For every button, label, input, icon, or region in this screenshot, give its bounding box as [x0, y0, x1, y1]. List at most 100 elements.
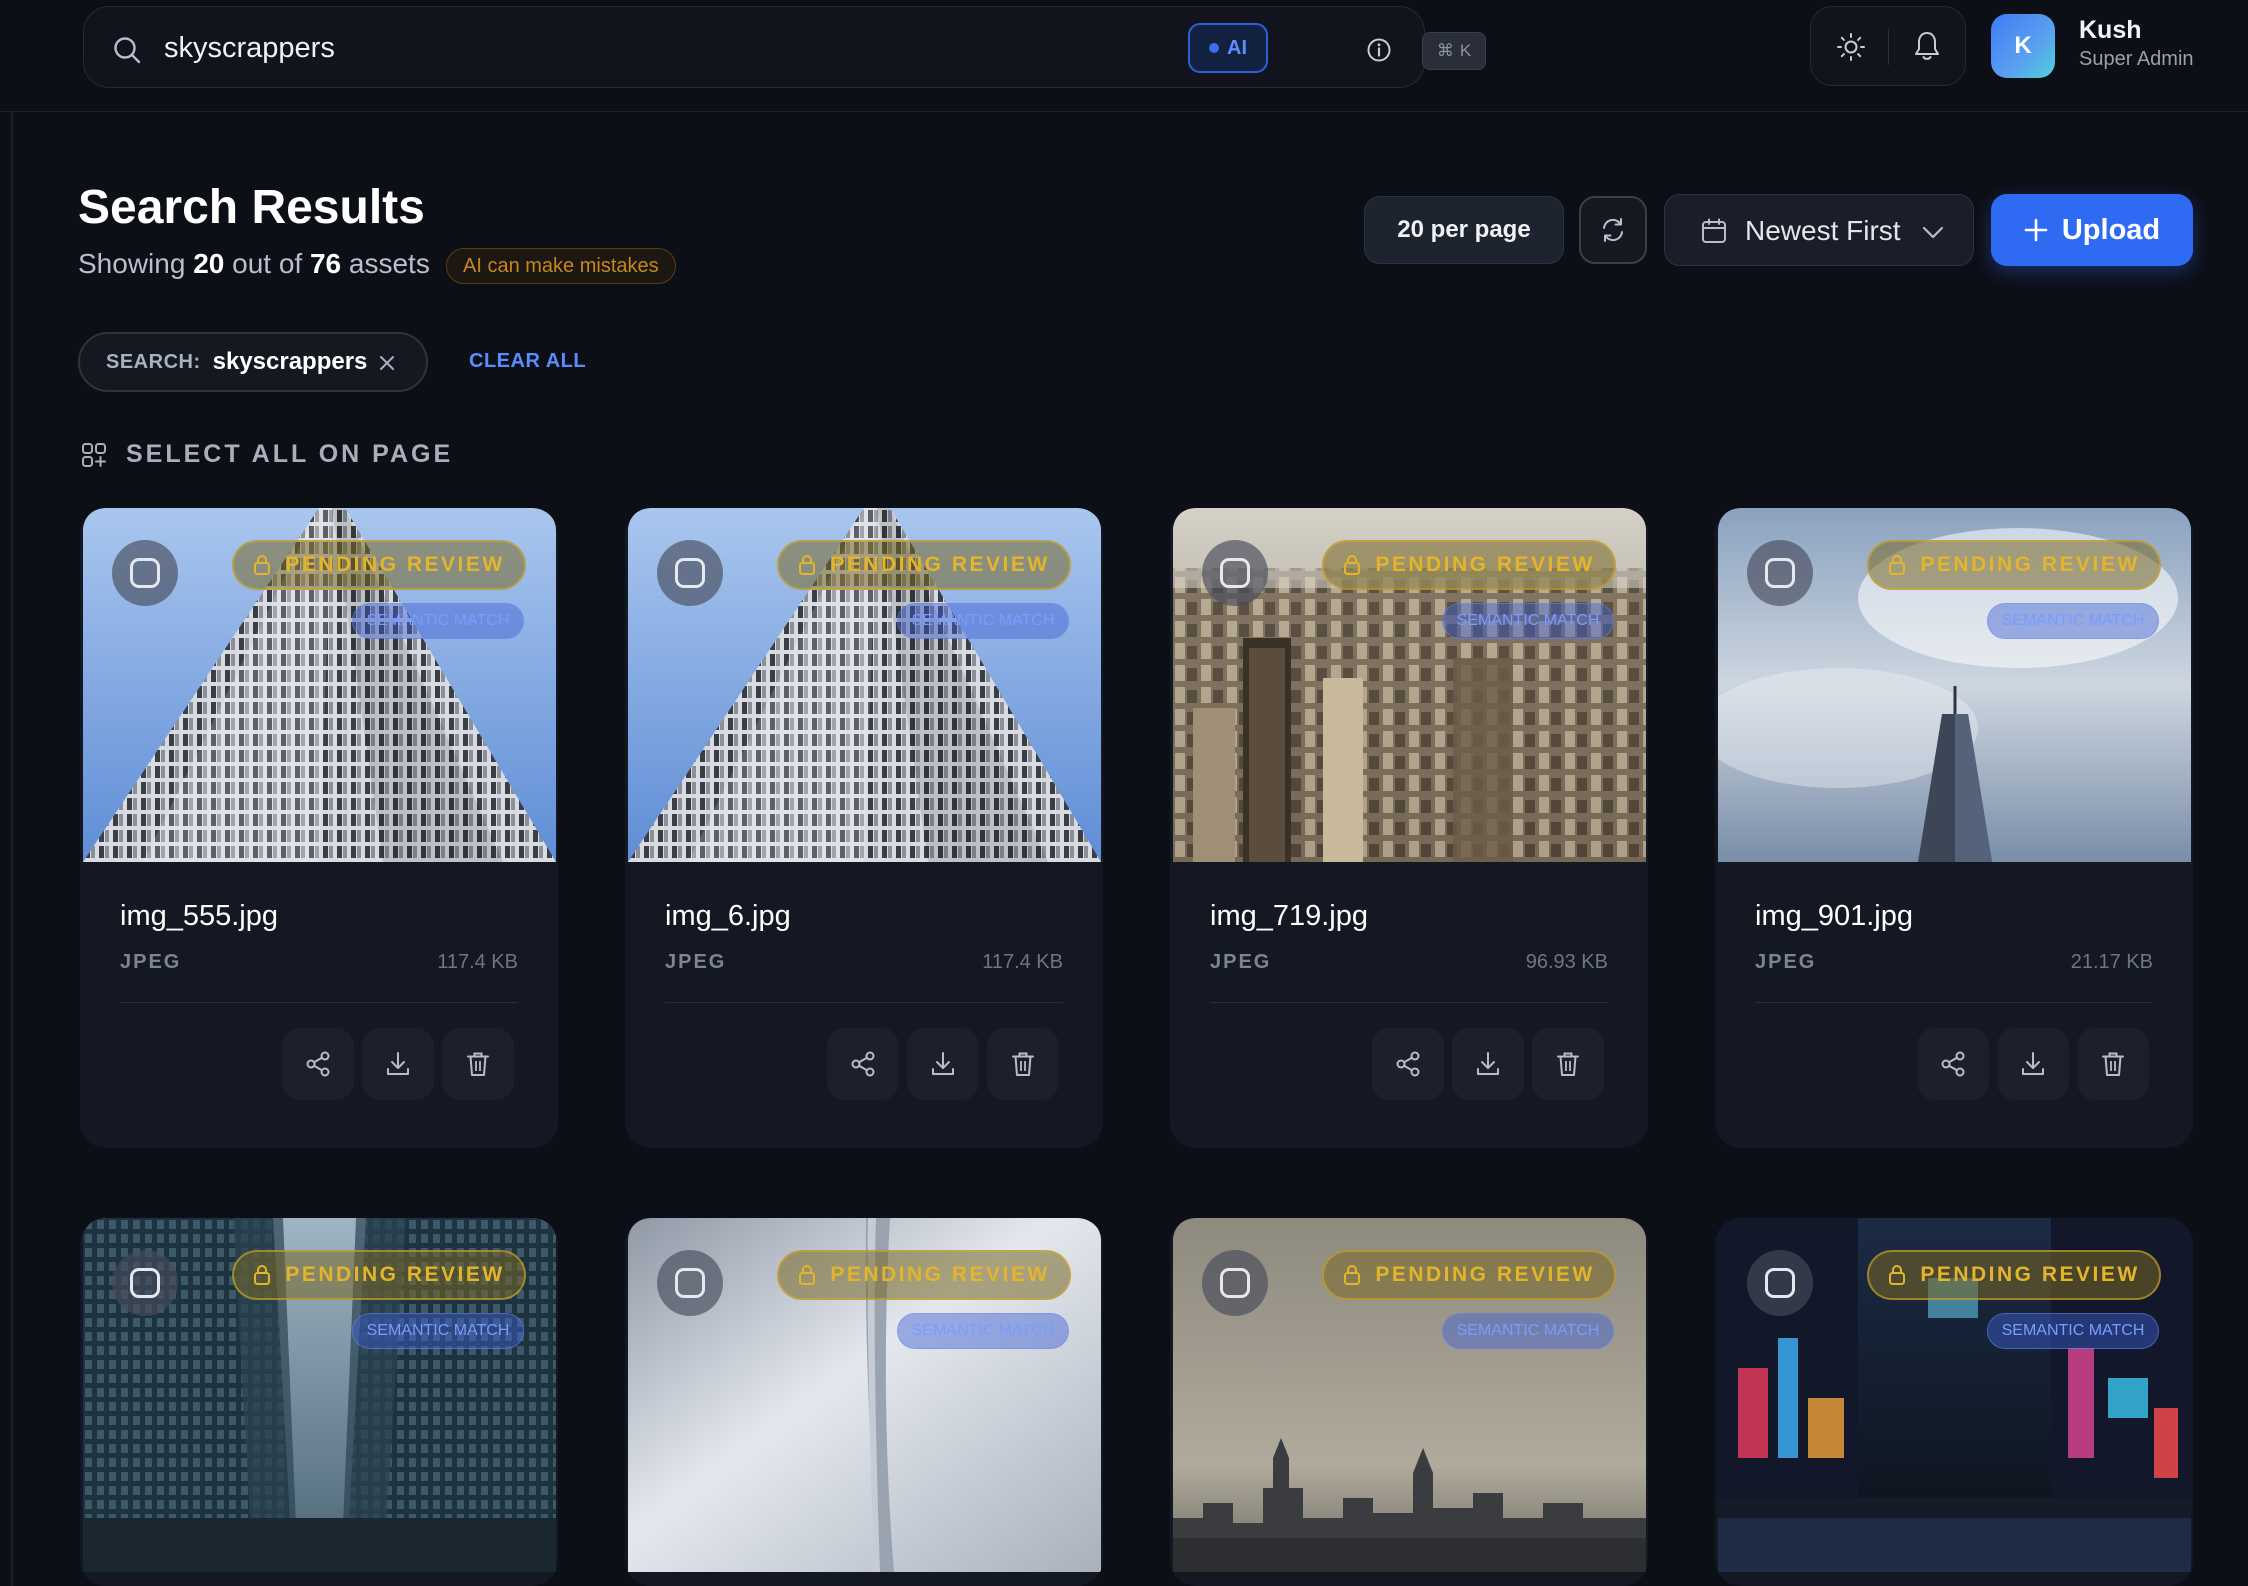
file-name: img_6.jpg: [665, 900, 791, 932]
asset-card[interactable]: PENDING REVIEW SEMANTIC MATCH img_6.jpg …: [625, 508, 1103, 1148]
asset-card[interactable]: PENDING REVIEW SEMANTIC MATCH: [1170, 1218, 1648, 1586]
top-actions-group: [1810, 6, 1966, 86]
asset-card[interactable]: PENDING REVIEW SEMANTIC MATCH: [80, 1218, 558, 1586]
asset-card[interactable]: PENDING REVIEW SEMANTIC MATCH img_555.jp…: [80, 508, 558, 1148]
per-page-select[interactable]: 20 per page: [1364, 196, 1564, 264]
card-divider: [665, 1002, 1063, 1003]
ai-label: AI: [1227, 36, 1247, 59]
pending-label: PENDING REVIEW: [1375, 553, 1595, 576]
share-icon: [1396, 1051, 1420, 1077]
file-name: img_719.jpg: [1210, 900, 1368, 932]
select-checkbox[interactable]: [112, 540, 178, 606]
select-checkbox[interactable]: [657, 540, 723, 606]
search-filter-chip: SEARCH: skyscrappers: [78, 332, 428, 392]
ai-search-toggle[interactable]: AI: [1188, 23, 1268, 73]
user-name[interactable]: Kush: [2079, 16, 2142, 45]
share-icon: [851, 1051, 875, 1077]
chevron-down-icon: [1922, 226, 1944, 239]
select-checkbox[interactable]: [1202, 1250, 1268, 1316]
search-input[interactable]: [164, 25, 1164, 71]
search-box[interactable]: AI ⌘ K: [83, 6, 1486, 88]
lock-icon: [1344, 555, 1361, 575]
trash-icon: [1557, 1052, 1579, 1076]
select-checkbox[interactable]: [657, 1250, 723, 1316]
download-button[interactable]: [907, 1028, 979, 1100]
upload-button[interactable]: Upload: [1991, 194, 2193, 266]
pending-label: PENDING REVIEW: [1920, 1263, 2140, 1286]
sort-label: Newest First: [1745, 215, 1901, 246]
clear-all-link[interactable]: CLEAR ALL: [469, 350, 586, 373]
lock-icon: [254, 1265, 271, 1285]
semantic-match-badge: SEMANTIC MATCH: [1987, 603, 2159, 639]
select-all-label: SELECT ALL ON PAGE: [126, 440, 454, 468]
checkbox-icon: [130, 558, 160, 588]
page-title: Search Results: [78, 181, 425, 234]
download-button[interactable]: [362, 1028, 434, 1100]
total-count: 76: [309, 248, 342, 279]
file-name: img_555.jpg: [120, 900, 278, 932]
lock-icon: [254, 555, 271, 575]
pending-review-badge: PENDING REVIEW: [1322, 1250, 1616, 1300]
card-divider: [1210, 1002, 1608, 1003]
trash-icon: [1012, 1052, 1034, 1076]
asset-card[interactable]: PENDING REVIEW SEMANTIC MATCH img_901.jp…: [1715, 508, 2193, 1148]
file-size: 21.17 KB: [2070, 951, 2153, 973]
asset-card[interactable]: PENDING REVIEW SEMANTIC MATCH: [625, 1218, 1103, 1586]
select-checkbox[interactable]: [112, 1250, 178, 1316]
semantic-match-badge: SEMANTIC MATCH: [1442, 1313, 1614, 1349]
download-button[interactable]: [1452, 1028, 1524, 1100]
select-checkbox[interactable]: [1747, 540, 1813, 606]
filter-value: skyscrappers: [212, 348, 368, 375]
card-divider: [120, 1002, 518, 1003]
pending-review-badge: PENDING REVIEW: [777, 1250, 1071, 1300]
file-size: 117.4 KB: [437, 951, 518, 973]
theme-toggle-sun-icon[interactable]: [1835, 31, 1867, 63]
share-icon: [1941, 1051, 1965, 1077]
refresh-icon: [1603, 218, 1623, 242]
lock-icon: [1344, 1265, 1361, 1285]
user-role: Super Admin: [2079, 48, 2194, 70]
pending-label: PENDING REVIEW: [1920, 553, 2140, 576]
select-checkbox[interactable]: [1202, 540, 1268, 606]
pending-label: PENDING REVIEW: [285, 1263, 505, 1286]
delete-button[interactable]: [442, 1028, 514, 1100]
share-button[interactable]: [1917, 1028, 1989, 1100]
refresh-button[interactable]: [1579, 196, 1647, 264]
pending-review-badge: PENDING REVIEW: [1322, 540, 1616, 590]
calendar-icon: [1702, 218, 1726, 243]
download-button[interactable]: [1997, 1028, 2069, 1100]
share-button[interactable]: [1372, 1028, 1444, 1100]
file-type: JPEG: [1755, 951, 1817, 973]
delete-button[interactable]: [2077, 1028, 2149, 1100]
pending-review-badge: PENDING REVIEW: [232, 1250, 526, 1300]
sidebar-edge: [11, 112, 13, 1586]
trash-icon: [2102, 1052, 2124, 1076]
asset-card[interactable]: PENDING REVIEW SEMANTIC MATCH: [1715, 1218, 2193, 1586]
avatar[interactable]: K: [1991, 14, 2055, 78]
asset-card[interactable]: PENDING REVIEW SEMANTIC MATCH img_719.jp…: [1170, 508, 1648, 1148]
close-icon[interactable]: [378, 354, 396, 372]
showing-prefix: Showing: [78, 248, 186, 279]
notifications-bell-icon[interactable]: [1911, 29, 1943, 63]
info-icon[interactable]: [1366, 37, 1392, 63]
share-button[interactable]: [827, 1028, 899, 1100]
app-page: AI ⌘ K: [0, 0, 2248, 1586]
lock-icon: [799, 555, 816, 575]
select-all-on-page[interactable]: SELECT ALL ON PAGE: [80, 440, 453, 469]
select-checkbox[interactable]: [1747, 1250, 1813, 1316]
showing-suffix: assets: [348, 248, 430, 279]
download-icon: [387, 1052, 409, 1075]
shortcut-key: K: [1459, 41, 1472, 60]
file-size: 96.93 KB: [1525, 951, 1608, 973]
delete-button[interactable]: [987, 1028, 1059, 1100]
command-icon: ⌘: [1436, 41, 1454, 60]
upload-label: Upload: [2061, 213, 2161, 246]
checkbox-icon: [1220, 1268, 1250, 1298]
pending-label: PENDING REVIEW: [830, 553, 1050, 576]
share-button[interactable]: [282, 1028, 354, 1100]
sort-select[interactable]: Newest First: [1664, 194, 1974, 266]
download-icon: [1477, 1052, 1499, 1075]
delete-button[interactable]: [1532, 1028, 1604, 1100]
file-name: img_901.jpg: [1755, 900, 1913, 932]
showing-count: 20: [193, 248, 225, 279]
